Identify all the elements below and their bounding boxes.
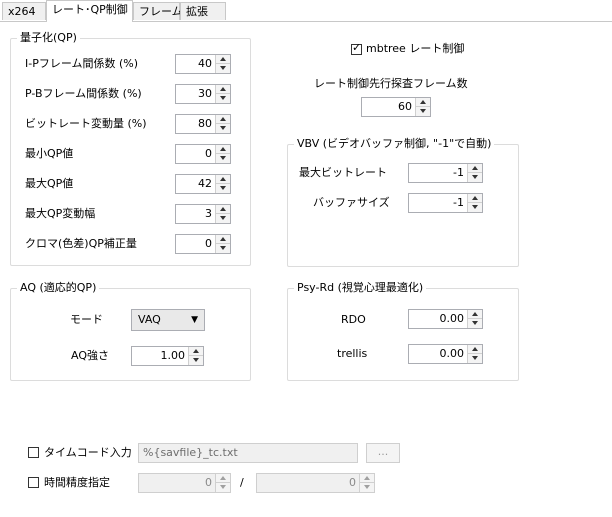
time-precision-denominator-spinner[interactable]: 0 [256, 473, 375, 493]
lookahead-spinner[interactable]: 60 [361, 97, 431, 117]
qp-row-value[interactable]: 0 [176, 235, 215, 253]
psy-trellis-label: trellis [337, 347, 368, 360]
spin-down-icon[interactable] [216, 154, 230, 163]
timecode-checkbox[interactable] [28, 447, 39, 458]
spin-up-icon[interactable] [216, 474, 230, 483]
qp-row-label: 最小QP値 [25, 147, 74, 160]
spin-down-icon[interactable] [216, 94, 230, 103]
qp-row-label: P-Bフレーム間係数 (%) [25, 87, 142, 100]
aq-group-title: AQ (適応的QP) [17, 281, 100, 295]
spin-up-icon[interactable] [416, 98, 430, 107]
qp-row-value[interactable]: 80 [176, 115, 215, 133]
tab-rate-qp-control[interactable]: レート･QP制御 [46, 0, 133, 22]
spin-up-icon[interactable] [360, 474, 374, 483]
spin-up-icon[interactable] [189, 347, 203, 356]
spin-up-icon[interactable] [468, 164, 482, 173]
vbv-buffer-size-label: バッファサイズ [313, 196, 390, 209]
qp-group-title: 量子化(QP) [17, 31, 80, 45]
qp-row-label: ビットレート変動量 (%) [25, 117, 147, 130]
qp-row-label: クロマ(色差)QP補正量 [25, 237, 137, 250]
vbv-buffer-size-value[interactable]: -1 [409, 194, 467, 212]
psy-rdo-value[interactable]: 0.00 [409, 310, 467, 328]
psy-trellis-value[interactable]: 0.00 [409, 345, 467, 363]
spin-up-icon[interactable] [216, 55, 230, 64]
qp-row-label: 最大QP変動幅 [25, 207, 96, 220]
aq-strength-label: AQ強さ [71, 349, 109, 362]
psy-trellis-spinner[interactable]: 0.00 [408, 344, 483, 364]
time-precision-separator: / [240, 476, 244, 489]
timecode-path-value: %{savfile}_tc.txt [143, 446, 238, 459]
spin-up-icon[interactable] [216, 205, 230, 214]
spin-up-icon[interactable] [216, 145, 230, 154]
aq-mode-select[interactable]: VAQ ▼ [131, 309, 205, 331]
qp-row-spinner[interactable]: 30 [175, 84, 231, 104]
vbv-max-bitrate-value[interactable]: -1 [409, 164, 467, 182]
vbv-max-bitrate-spinner[interactable]: -1 [408, 163, 483, 183]
spin-up-icon[interactable] [216, 85, 230, 94]
tab-strip: x264 レート･QP制御 フレーム 拡張 [0, 0, 612, 22]
aq-strength-spinner[interactable]: 1.00 [131, 346, 204, 366]
vbv-group-title: VBV (ビデオバッファ制御, "-1"で自動) [294, 137, 495, 151]
psy-rdo-spinner[interactable]: 0.00 [408, 309, 483, 329]
timecode-label: タイムコード入力 [44, 446, 132, 459]
lookahead-value[interactable]: 60 [362, 98, 415, 116]
chevron-down-icon: ▼ [191, 315, 198, 325]
spin-down-icon[interactable] [216, 124, 230, 133]
aq-strength-value[interactable]: 1.00 [132, 347, 188, 365]
qp-row-spinner[interactable]: 0 [175, 234, 231, 254]
spin-down-icon[interactable] [360, 483, 374, 492]
spin-down-icon[interactable] [468, 203, 482, 212]
qp-row-label: 最大QP値 [25, 177, 74, 190]
spin-down-icon[interactable] [216, 244, 230, 253]
spin-down-icon[interactable] [216, 184, 230, 193]
qp-row-value[interactable]: 40 [176, 55, 215, 73]
spin-down-icon[interactable] [468, 319, 482, 328]
mbtree-checkbox[interactable]: ✓ [351, 41, 362, 55]
vbv-max-bitrate-label: 最大ビットレート [299, 166, 387, 179]
aq-group: AQ (適応的QP) [10, 281, 251, 381]
qp-row-value[interactable]: 0 [176, 145, 215, 163]
timecode-path-input[interactable]: %{savfile}_tc.txt [138, 443, 358, 463]
qp-row-spinner[interactable]: 42 [175, 174, 231, 194]
vbv-buffer-size-spinner[interactable]: -1 [408, 193, 483, 213]
spin-down-icon[interactable] [216, 483, 230, 492]
time-precision-denominator-value[interactable]: 0 [257, 474, 359, 492]
aq-mode-label: モード [70, 313, 103, 326]
spin-up-icon[interactable] [468, 194, 482, 203]
spin-up-icon[interactable] [216, 235, 230, 244]
spin-down-icon[interactable] [216, 64, 230, 73]
spin-up-icon[interactable] [468, 345, 482, 354]
mbtree-label: mbtree レート制御 [366, 42, 465, 55]
tab-x264[interactable]: x264 [2, 2, 46, 20]
spin-up-icon[interactable] [216, 175, 230, 184]
spin-down-icon[interactable] [468, 173, 482, 182]
tab-frame[interactable]: フレーム [133, 2, 183, 20]
qp-row-label: I-Pフレーム間係数 (%) [25, 57, 139, 70]
psy-rdo-label: RDO [341, 313, 366, 326]
qp-row-value[interactable]: 3 [176, 205, 215, 223]
tab-extension[interactable]: 拡張 [180, 2, 226, 20]
time-precision-numerator-value[interactable]: 0 [139, 474, 215, 492]
spin-down-icon[interactable] [216, 214, 230, 223]
psy-rd-group: Psy-Rd (視覚心理最適化) [287, 281, 519, 381]
qp-row-value[interactable]: 42 [176, 175, 215, 193]
qp-row-spinner[interactable]: 40 [175, 54, 231, 74]
check-icon: ✓ [352, 41, 362, 54]
aq-mode-value: VAQ [138, 313, 161, 326]
qp-row-value[interactable]: 30 [176, 85, 215, 103]
spin-down-icon[interactable] [416, 107, 430, 116]
qp-row-spinner[interactable]: 0 [175, 144, 231, 164]
spin-up-icon[interactable] [468, 310, 482, 319]
qp-row-spinner[interactable]: 3 [175, 204, 231, 224]
psy-rd-group-title: Psy-Rd (視覚心理最適化) [294, 281, 427, 295]
spin-down-icon[interactable] [189, 356, 203, 365]
lookahead-label: レート制御先行探査フレーム数 [314, 77, 468, 90]
spin-up-icon[interactable] [216, 115, 230, 124]
time-precision-label: 時間精度指定 [44, 476, 110, 489]
time-precision-checkbox[interactable] [28, 477, 39, 488]
qp-row-spinner[interactable]: 80 [175, 114, 231, 134]
spin-down-icon[interactable] [468, 354, 482, 363]
timecode-browse-button[interactable]: ... [366, 443, 400, 463]
time-precision-numerator-spinner[interactable]: 0 [138, 473, 231, 493]
